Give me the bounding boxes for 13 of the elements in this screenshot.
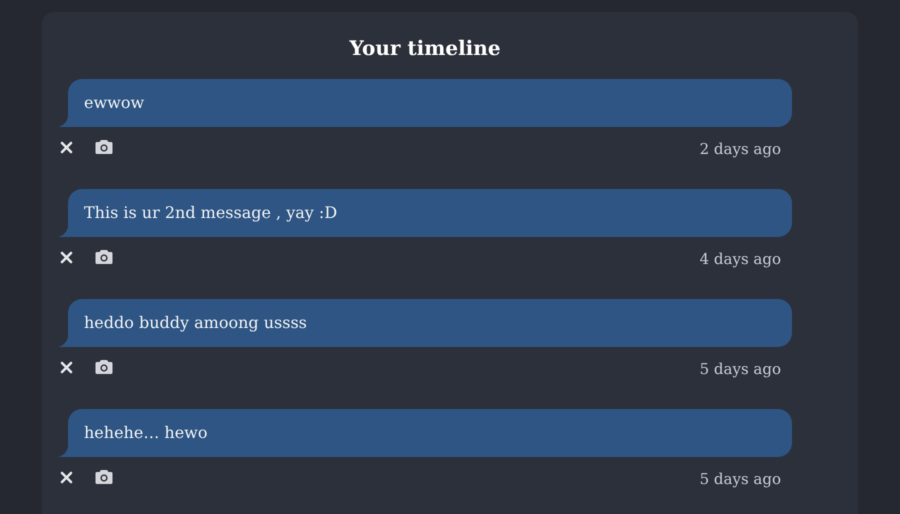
message-time: 5 days ago xyxy=(700,358,781,380)
camera-icon[interactable] xyxy=(95,139,113,155)
message-time: 5 days ago xyxy=(700,468,781,490)
message-time: 2 days ago xyxy=(700,138,781,160)
camera-icon[interactable] xyxy=(95,359,113,375)
close-icon[interactable] xyxy=(60,360,73,374)
close-icon[interactable] xyxy=(60,140,73,154)
message-time: 4 days ago xyxy=(700,248,781,270)
camera-icon[interactable] xyxy=(95,469,113,485)
timeline-title: Your timeline xyxy=(349,35,501,62)
close-icon[interactable] xyxy=(60,250,73,264)
close-icon[interactable] xyxy=(60,470,73,484)
camera-icon[interactable] xyxy=(95,249,113,265)
